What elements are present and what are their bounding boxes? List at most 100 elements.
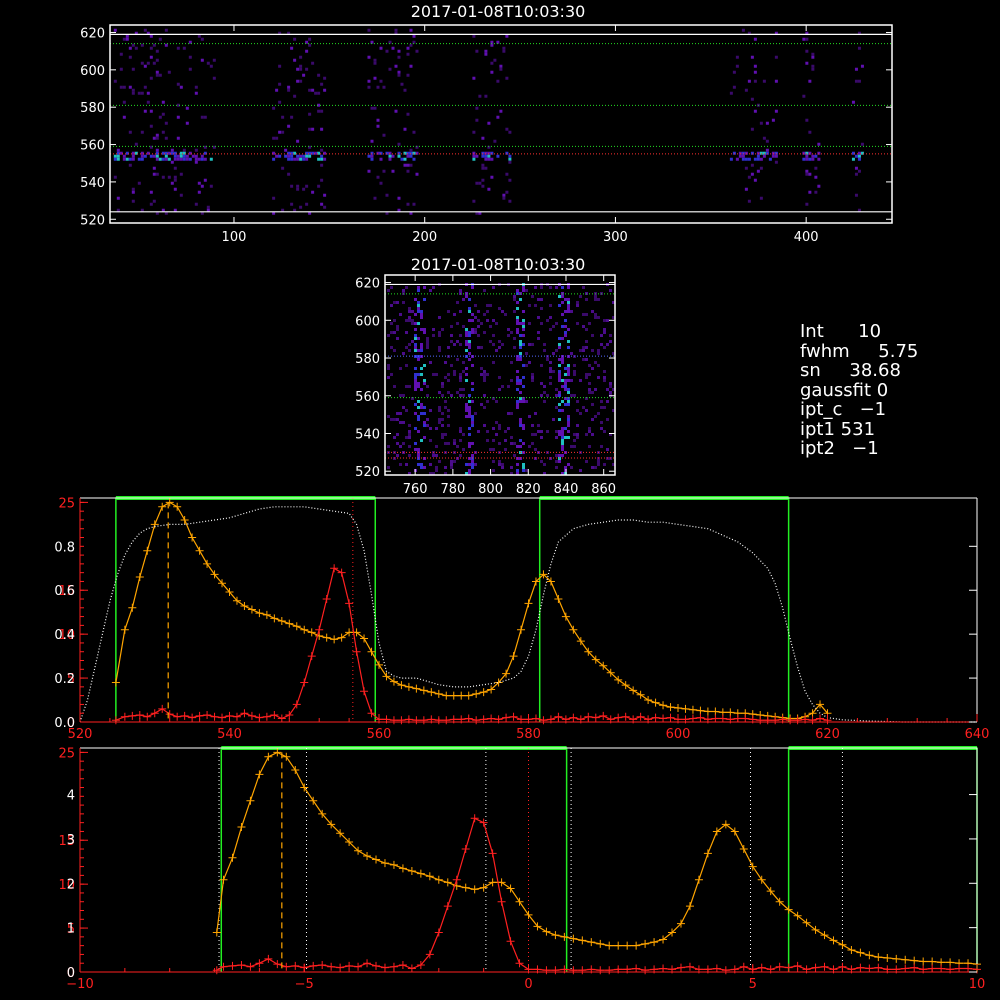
image-pixel <box>774 160 778 164</box>
image-pixel <box>417 382 420 385</box>
image-pixel <box>472 130 476 134</box>
image-pixel <box>558 346 561 349</box>
image-pixel <box>471 400 474 403</box>
image-pixel <box>528 304 531 307</box>
image-pixel <box>579 295 582 298</box>
image-pixel <box>131 199 135 203</box>
x-tick-label: 600 <box>666 727 691 742</box>
image-pixel <box>606 448 609 451</box>
image-pixel <box>423 424 426 427</box>
image-pixel <box>486 430 489 433</box>
image-pixel <box>552 352 555 355</box>
data-point <box>291 765 300 774</box>
image-pixel <box>558 304 561 307</box>
image-pixel <box>399 367 402 370</box>
image-pixel <box>534 286 537 289</box>
image-pixel <box>573 439 576 442</box>
image-pixel <box>167 70 171 74</box>
image-pixel <box>414 448 417 451</box>
image-pixel <box>311 190 315 194</box>
image-pixel <box>501 343 504 346</box>
image-pixel <box>492 469 495 472</box>
image-pixel <box>119 85 123 89</box>
image-pixel <box>508 178 512 182</box>
image-pixel <box>609 382 612 385</box>
image-pixel <box>414 442 417 445</box>
image-pixel <box>594 388 597 391</box>
image-pixel <box>552 418 555 421</box>
data-point <box>397 681 406 690</box>
image-pixel <box>585 433 588 436</box>
image-pixel <box>406 154 410 158</box>
image-pixel <box>468 433 471 436</box>
image-pixel <box>747 175 751 179</box>
data-point <box>188 713 197 722</box>
data-point <box>389 677 398 686</box>
data-point <box>352 647 361 656</box>
image-pixel <box>194 85 198 89</box>
image-pixel <box>546 430 549 433</box>
image-pixel <box>505 190 509 194</box>
data-point <box>255 959 264 968</box>
image-pixel <box>423 421 426 424</box>
image-pixel <box>484 157 488 161</box>
image-pixel <box>564 427 567 430</box>
data-point <box>363 852 372 861</box>
image-pixel <box>468 415 471 418</box>
image-pixel <box>489 325 492 328</box>
data-point <box>380 963 389 972</box>
image-pixel <box>483 289 486 292</box>
image-pixel <box>179 193 183 197</box>
image-pixel <box>296 79 300 83</box>
image-pixel <box>606 343 609 346</box>
image-pixel <box>402 421 405 424</box>
image-pixel <box>113 175 117 179</box>
image-pixel <box>420 439 423 442</box>
data-point <box>542 966 551 975</box>
image-pixel <box>391 169 395 173</box>
data-point <box>578 936 587 945</box>
image-pixel <box>534 448 537 451</box>
data-point <box>443 878 452 887</box>
image-pixel <box>561 361 564 364</box>
image-pixel <box>435 454 438 457</box>
image-pixel <box>122 157 126 161</box>
image-pixel <box>370 139 374 143</box>
image-pixel <box>492 460 495 463</box>
image-pixel <box>528 343 531 346</box>
image-pixel <box>510 331 513 334</box>
image-pixel <box>408 319 411 322</box>
image-pixel <box>197 157 201 161</box>
image-pixel <box>508 160 512 164</box>
image-pixel <box>432 334 435 337</box>
image-pixel <box>179 157 183 161</box>
image-pixel <box>414 382 417 385</box>
image-pixel <box>588 445 591 448</box>
image-pixel <box>492 286 495 289</box>
image-pixel <box>471 421 474 424</box>
x-tick-label: 560 <box>367 727 392 742</box>
image-pixel <box>125 37 129 41</box>
image-pixel <box>462 361 465 364</box>
image-pixel <box>200 58 204 62</box>
image-pixel <box>537 331 540 334</box>
image-pixel <box>212 58 216 62</box>
image-pixel <box>149 55 153 59</box>
image-pixel <box>561 442 564 445</box>
data-point <box>427 688 436 697</box>
data-point <box>173 712 182 721</box>
data-point <box>111 678 120 687</box>
image-pixel <box>603 370 606 373</box>
image-pixel <box>522 376 525 379</box>
image-pixel <box>397 55 401 59</box>
image-pixel <box>534 412 537 415</box>
image-pixel <box>558 358 561 361</box>
image-pixel <box>194 202 198 206</box>
data-point <box>330 635 339 644</box>
image-pixel <box>513 298 516 301</box>
image-pixel <box>272 136 276 140</box>
image-pixel <box>540 286 543 289</box>
green-window <box>538 497 790 722</box>
image-pixel <box>519 439 522 442</box>
data-point <box>883 953 892 962</box>
